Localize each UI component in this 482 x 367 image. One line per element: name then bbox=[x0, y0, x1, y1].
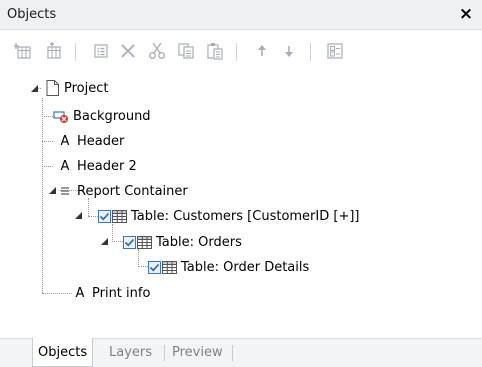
tree-item-label: Table: Order Details bbox=[181, 259, 310, 275]
tab-preview[interactable]: Preview bbox=[167, 339, 228, 366]
container-icon bbox=[57, 183, 73, 199]
panel-title: Objects bbox=[7, 7, 57, 22]
tree-item-label: Table: Orders bbox=[156, 234, 242, 250]
tab-layers[interactable]: Layers bbox=[104, 339, 157, 366]
properties-button[interactable] bbox=[89, 40, 113, 62]
move-up-button[interactable] bbox=[250, 40, 274, 62]
table-icon bbox=[111, 208, 127, 224]
tab-objects[interactable]: Objects bbox=[32, 338, 94, 367]
tree-item-label: Header 2 bbox=[77, 158, 137, 174]
delete-icon bbox=[119, 42, 137, 60]
toolbar-separator bbox=[310, 43, 311, 61]
move-down-button[interactable] bbox=[277, 40, 301, 62]
rename-button[interactable] bbox=[323, 40, 347, 62]
tree-item-label: Print info bbox=[92, 285, 151, 301]
paste-button[interactable] bbox=[203, 40, 227, 62]
collapse-icon[interactable] bbox=[48, 186, 57, 195]
insert-object-button[interactable] bbox=[11, 40, 35, 62]
tree-item-table-orders[interactable]: Table: Orders bbox=[123, 231, 242, 253]
objects-panel: Objects × Project Background A Header A … bbox=[0, 0, 482, 367]
object-tree: Project Background A Header A Header 2 R… bbox=[0, 76, 482, 316]
tree-item-label: Project bbox=[64, 80, 109, 96]
tree-item-label: Table: Customers [CustomerID [+]] bbox=[131, 208, 360, 224]
cut-icon bbox=[148, 42, 166, 60]
tab-separator bbox=[232, 345, 233, 361]
visibility-checkbox[interactable] bbox=[98, 209, 111, 223]
tree-item-label: Header bbox=[77, 133, 125, 149]
collapse-icon[interactable] bbox=[74, 211, 83, 220]
cut-button[interactable] bbox=[145, 40, 169, 62]
toolbar-separator bbox=[75, 43, 76, 61]
collapse-icon[interactable] bbox=[100, 237, 109, 246]
tree-item-project[interactable]: Project bbox=[44, 77, 108, 99]
toolbar bbox=[0, 31, 482, 69]
tree-item-report-container[interactable]: Report Container bbox=[57, 180, 188, 202]
table-icon bbox=[161, 259, 177, 275]
visibility-checkbox[interactable] bbox=[148, 260, 161, 274]
tree-item-background[interactable]: Background bbox=[53, 105, 151, 127]
delete-button[interactable] bbox=[116, 40, 140, 62]
close-icon[interactable]: × bbox=[456, 3, 476, 25]
insert-object-icon bbox=[14, 42, 32, 60]
tree-item-table-customers[interactable]: Table: Customers [CustomerID [+]] bbox=[98, 205, 359, 227]
collapse-icon[interactable] bbox=[30, 84, 39, 93]
tree-item-print-info[interactable]: A Print info bbox=[72, 282, 151, 304]
copy-icon bbox=[177, 42, 195, 60]
rename-icon bbox=[326, 42, 344, 60]
text-object-icon: A bbox=[60, 133, 70, 149]
append-object-button[interactable] bbox=[41, 40, 65, 62]
background-icon bbox=[53, 108, 69, 124]
panel-titlebar: Objects × bbox=[0, 0, 482, 30]
table-icon bbox=[136, 234, 152, 250]
append-object-icon bbox=[44, 42, 62, 60]
properties-icon bbox=[92, 42, 110, 60]
text-object-icon: A bbox=[75, 285, 85, 301]
visibility-checkbox[interactable] bbox=[123, 235, 136, 249]
move-up-icon bbox=[254, 43, 270, 59]
tree-item-table-order-details[interactable]: Table: Order Details bbox=[148, 256, 309, 278]
document-icon bbox=[44, 80, 60, 96]
text-object-icon: A bbox=[60, 158, 70, 174]
toolbar-separator bbox=[236, 43, 237, 61]
paste-icon bbox=[206, 42, 224, 60]
tab-separator bbox=[164, 345, 165, 361]
tree-item-label: Background bbox=[73, 108, 151, 124]
tree-item-header[interactable]: A Header bbox=[57, 130, 125, 152]
tree-item-label: Report Container bbox=[77, 183, 188, 199]
move-down-icon bbox=[281, 43, 297, 59]
copy-button[interactable] bbox=[174, 40, 198, 62]
tree-item-header-2[interactable]: A Header 2 bbox=[57, 155, 137, 177]
